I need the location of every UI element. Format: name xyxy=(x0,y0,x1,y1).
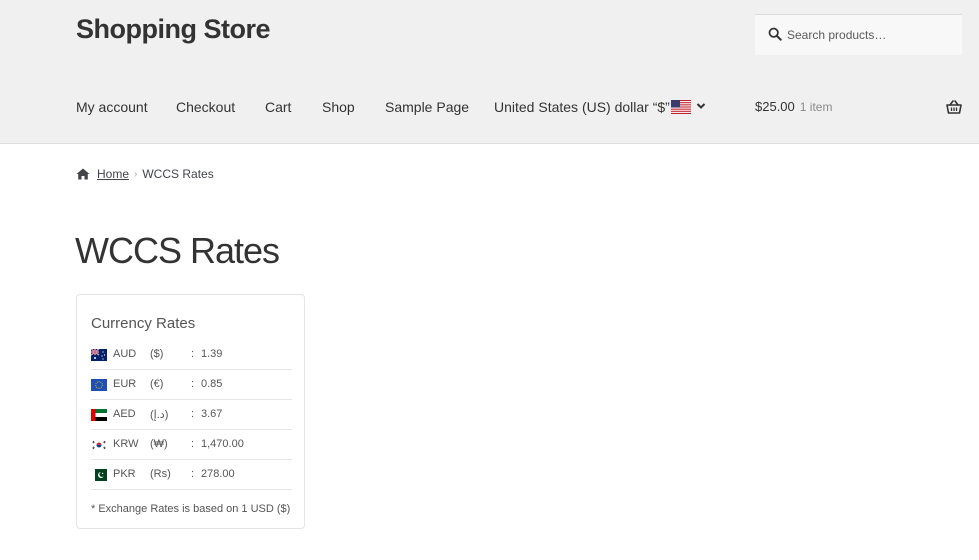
rate-code: KRW xyxy=(113,438,139,450)
rate-value: 3.67 xyxy=(201,408,223,420)
flag-eu-icon xyxy=(91,379,107,391)
widget-title: Currency Rates xyxy=(91,315,196,332)
flag-pakistan-icon xyxy=(91,469,107,481)
flag-uae-icon xyxy=(91,409,107,421)
nav-item-my-account[interactable]: My account xyxy=(76,99,148,115)
breadcrumb: Home › WCCS Rates xyxy=(76,167,214,181)
rate-row-eur: EUR (€) : 0.85 xyxy=(91,370,292,400)
rate-value: 1,470.00 xyxy=(201,438,244,450)
basket-icon[interactable] xyxy=(946,100,962,114)
cart-count: 1 item xyxy=(799,100,833,114)
rate-code: PKR xyxy=(113,468,136,480)
breadcrumb-home-link[interactable]: Home xyxy=(97,167,129,181)
site-header: Shopping Store My account Checkout Cart … xyxy=(0,0,979,144)
rate-colon: : xyxy=(191,468,195,480)
flag-us-icon xyxy=(670,100,691,114)
rate-row-aud: AUD ($) : 1.39 xyxy=(91,340,292,370)
currency-label: United States (US) dollar “$” xyxy=(494,99,670,115)
site-title[interactable]: Shopping Store xyxy=(76,14,270,45)
nav-item-shop[interactable]: Shop xyxy=(322,99,355,115)
currency-switcher[interactable]: United States (US) dollar “$” xyxy=(494,99,691,115)
cart-amount: $25.00 xyxy=(755,99,795,114)
search-icon xyxy=(768,27,782,41)
nav-item-cart[interactable]: Cart xyxy=(265,99,291,115)
currency-rates-widget: Currency Rates AUD ($) : 1.39 EUR (€) : … xyxy=(76,294,305,529)
home-icon xyxy=(76,168,90,180)
rate-value: 0.85 xyxy=(201,378,223,390)
rate-row-pkr: PKR (Rs) : 278.00 xyxy=(91,460,292,490)
exchange-rate-note: * Exchange Rates is based on 1 USD ($) xyxy=(91,503,291,515)
rate-value: 1.39 xyxy=(201,348,223,360)
nav-item-sample-page[interactable]: Sample Page xyxy=(385,99,469,115)
header-cart[interactable]: $25.00 1 item xyxy=(755,99,832,114)
breadcrumb-current: WCCS Rates xyxy=(142,167,214,181)
rate-symbol: (₩) xyxy=(150,438,168,450)
nav-item-checkout[interactable]: Checkout xyxy=(176,99,235,115)
rate-colon: : xyxy=(191,438,195,450)
flag-australia-icon xyxy=(91,349,107,361)
rate-symbol: (Rs) xyxy=(150,468,171,480)
rate-code: AED xyxy=(113,408,136,420)
chevron-down-icon[interactable] xyxy=(696,101,706,111)
breadcrumb-separator-icon: › xyxy=(134,168,138,180)
page-title: WCCS Rates xyxy=(75,230,280,271)
rate-code: EUR xyxy=(113,378,137,390)
rate-symbol: ($) xyxy=(150,348,164,360)
rate-code: AUD xyxy=(113,348,137,360)
rate-symbol: (€) xyxy=(150,378,164,390)
rate-colon: : xyxy=(191,378,195,390)
search-box[interactable] xyxy=(755,14,962,55)
rate-row-aed: AED (د.إ) : 3.67 xyxy=(91,400,292,430)
rate-row-krw: KRW (₩) : 1,470.00 xyxy=(91,430,292,460)
rate-symbol: (د.إ) xyxy=(150,409,169,421)
flag-korea-icon xyxy=(91,439,107,451)
rate-value: 278.00 xyxy=(201,468,235,480)
search-input[interactable] xyxy=(787,25,957,45)
rate-colon: : xyxy=(191,348,195,360)
rate-colon: : xyxy=(191,408,195,420)
